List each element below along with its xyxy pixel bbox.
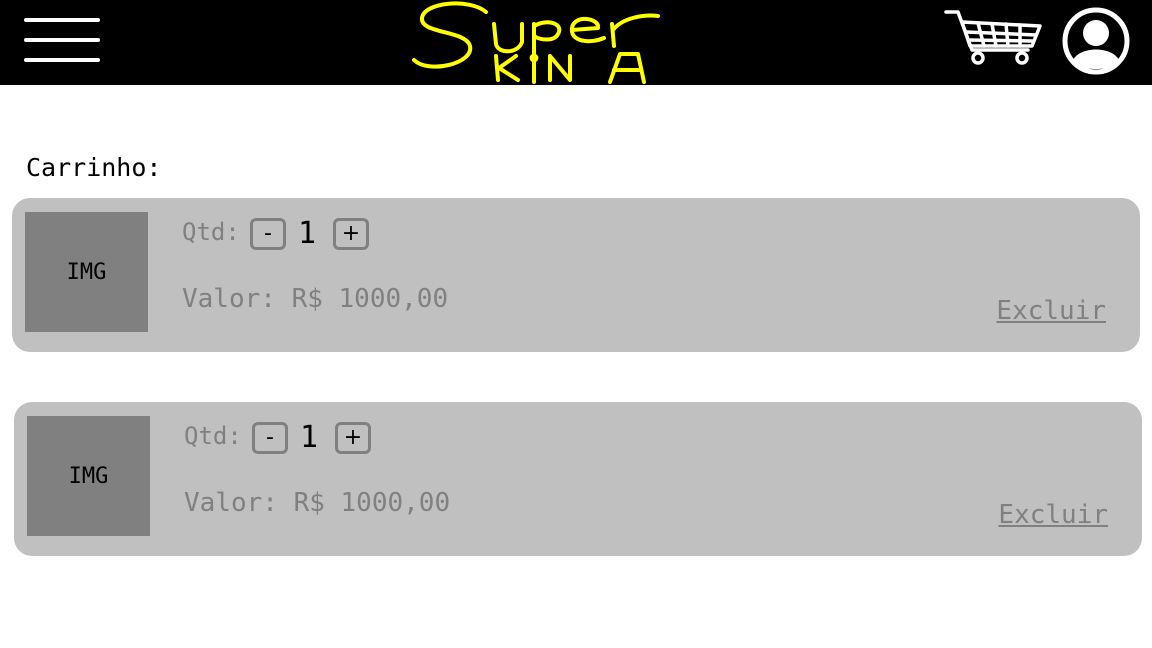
- hamburger-menu-icon[interactable]: [22, 14, 102, 68]
- decrement-quantity-button[interactable]: -: [250, 218, 286, 250]
- quantity-value: 1: [300, 420, 319, 455]
- cart-item: IMG Qtd: - 1 + Valor: R$ 1000,00 Excluir: [14, 402, 1142, 556]
- quantity-label: Qtd:: [184, 422, 242, 450]
- shopping-cart-icon[interactable]: [944, 8, 1044, 68]
- decrement-quantity-button[interactable]: -: [252, 422, 288, 454]
- remove-item-link[interactable]: Excluir: [996, 296, 1106, 326]
- remove-item-link[interactable]: Excluir: [998, 500, 1108, 530]
- increment-quantity-button[interactable]: +: [335, 422, 371, 454]
- product-image-placeholder: IMG: [25, 212, 148, 332]
- product-image-placeholder: IMG: [27, 416, 150, 536]
- item-price: Valor: R$ 1000,00: [184, 488, 451, 518]
- quantity-value: 1: [298, 216, 317, 251]
- cart-title: Carrinho:: [26, 153, 162, 182]
- item-price: Valor: R$ 1000,00: [182, 284, 449, 314]
- top-navigation-bar: [0, 0, 1152, 85]
- cart-item: IMG Qtd: - 1 + Valor: R$ 1000,00 Excluir: [12, 198, 1140, 352]
- increment-quantity-button[interactable]: +: [333, 218, 369, 250]
- quantity-label: Qtd:: [182, 218, 240, 246]
- site-logo[interactable]: [408, 0, 668, 85]
- user-profile-icon[interactable]: [1060, 5, 1132, 77]
